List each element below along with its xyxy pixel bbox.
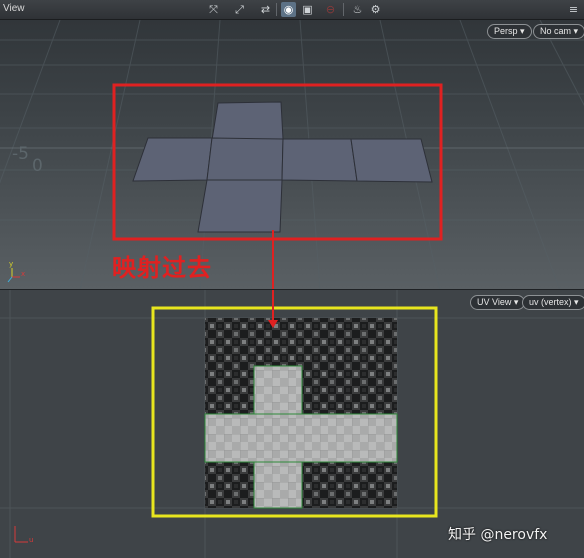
camera-menu[interactable]: Persp ▾ — [487, 24, 532, 39]
ghost-icon[interactable]: ♨ — [350, 2, 365, 17]
uv-attr-menu[interactable]: uv (vertex) ▾ — [522, 295, 584, 310]
annotation-label: 映射过去 — [112, 254, 212, 282]
camera-icon[interactable]: ◉ — [281, 2, 296, 17]
perspective-viewport[interactable]: -5 0 Persp ▾ No cam ▾ x y — [0, 20, 584, 290]
transform-icon[interactable]: ⇄ — [258, 2, 273, 17]
axis-y-label: y — [9, 260, 14, 268]
grid-label-0: 0 — [32, 156, 43, 176]
persp-grid — [0, 20, 584, 290]
uv-view-menu[interactable]: UV View ▾ — [470, 295, 526, 310]
render-icon[interactable]: ⊖ — [323, 2, 338, 17]
grid-label-minus5: -5 — [12, 144, 29, 164]
axis-u-label: u — [29, 536, 34, 544]
axis-x-label: x — [21, 270, 26, 278]
uv-viewport[interactable]: UV View ▾ uv (vertex) ▾ u — [0, 290, 584, 558]
settings-icon[interactable]: ⚙ — [368, 2, 383, 17]
uv-grid — [0, 290, 584, 558]
viewport-toolbar: View ⤧ ⤢ ⇄ ◉ ▣ ⊖ ♨ ⚙ ≡ — [0, 0, 584, 20]
handle-icon[interactable]: ⤧ — [206, 2, 221, 17]
watermark-label: 知乎 @nerovfx — [448, 527, 548, 543]
viewport-title: View — [3, 3, 25, 14]
cam-menu[interactable]: No cam ▾ — [533, 24, 584, 39]
layout-icon[interactable]: ≡ — [566, 2, 581, 17]
display-icon[interactable]: ▣ — [300, 2, 315, 17]
cross-mesh — [132, 101, 433, 233]
snap-icon[interactable]: ⤢ — [232, 2, 247, 17]
